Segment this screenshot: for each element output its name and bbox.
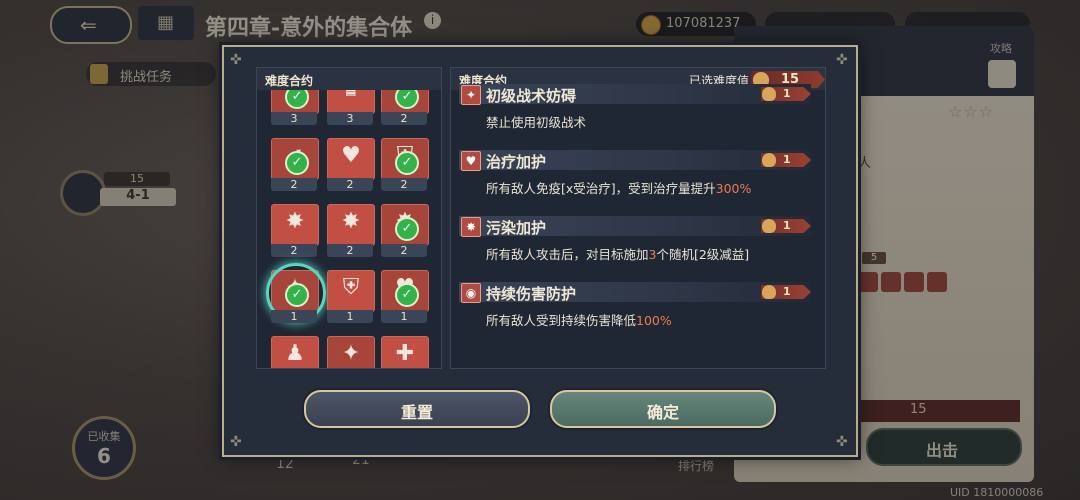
corner-ornament-icon: ✜ [836,52,848,68]
contract-value: 1 [783,219,791,232]
contract-cost: 2 [271,244,317,257]
contract-tile-icon: ✚ [381,336,429,368]
contract-symbol-icon: ✸ [285,209,305,234]
contract-icon: ♥ [461,151,481,171]
reset-button[interactable]: 重置 [304,390,530,428]
panel-header: 难度合约 [257,68,441,90]
contract-icon: ✦ [461,85,481,105]
contract-tile-icon: ⛨✓ [381,138,429,180]
contract-tile-icon: ✦ [327,336,375,368]
confirm-label: 确定 [646,403,679,422]
contract-description: 所有敌人受到持续伤害降低100% [486,310,672,329]
contract-tile-icon: ✸ [327,204,375,246]
contract-description: 所有敌人免疫[x受治疗]，受到治疗量提升300% [486,178,751,197]
contract-tile-icon: ✸ [271,204,319,246]
contract-list-item: ✸ 污染加护 1 所有敌人攻击后，对目标施加3个随机[2级减益] [459,216,811,278]
contract-icon: ✸ [461,217,481,237]
check-icon: ✓ [395,283,419,307]
contract-symbol-icon: ✚ [395,341,415,366]
contract-symbol-icon: ✦ [341,341,361,366]
description-text: 禁止使用初级战术 [486,115,587,130]
contract-cost: 3 [327,112,373,125]
contract-symbol-icon: ⛨ [342,275,360,300]
contract-tile-icon: ♟ [271,336,319,368]
contract-cost: 3 [271,112,317,125]
contract-name: 持续伤害防护 [486,285,577,303]
description-highlight: 100% [636,313,672,328]
contract-grid-panel: ✦✓3♛3✦✓2➶✓2♥2⛨✓2✸2✸2✸✓2✦✓1⛨1♥✓1♟✦✚ 难度合约 [256,67,442,369]
contract-tile-icon: ♥✓ [381,270,429,312]
contract-value-badge: 1 [761,87,811,101]
contract-value: 1 [783,153,791,166]
contract-cost: 1 [327,310,373,323]
contract-name: 治疗加护 [486,153,547,171]
contract-tile-icon: ➶✓ [271,138,319,180]
contract-name: 初级战术妨碍 [486,87,577,105]
contract-tile-icon: ✦✓ [266,263,326,323]
contract-symbol-icon: ♟ [285,341,305,366]
left-panel-title: 难度合约 [265,74,314,88]
contract-description: 所有敌人攻击后，对目标施加3个随机[2级减益] [486,244,749,263]
contract-grid: ✦✓3♛3✦✓2➶✓2♥2⛨✓2✸2✸2✸✓2✦✓1⛨1♥✓1♟✦✚ [266,72,431,368]
description-text: 所有敌人攻击后，对目标施加 [486,247,649,262]
contract-name-bar: ✦ 初级战术妨碍 1 [459,84,811,105]
contract-cost: 2 [381,178,427,191]
description-text: 所有敌人受到持续伤害降低 [486,313,637,328]
contract-cost: 2 [381,244,427,257]
demon-icon [762,219,776,233]
description-text: 所有敌人免疫[x受治疗]，受到治疗量提升 [486,181,716,196]
description-highlight: 300% [715,181,752,196]
contract-tile-icon: ♥ [327,138,375,180]
contract-cost: 1 [271,310,317,323]
contract-cost: 2 [381,112,427,125]
confirm-button[interactable]: 确定 [550,390,776,428]
contract-symbol-icon: ♥ [341,143,361,168]
demon-icon [762,153,776,167]
demon-icon [762,87,776,101]
contract-tile-icon: ✸✓ [381,204,429,246]
contract-name-bar: ◉ 持续伤害防护 1 [459,282,811,303]
corner-ornament-icon: ✜ [230,434,242,450]
contract-list-panel: 难度合约 已选难度值 15 ✦ 初级战术妨碍 1 禁止使用初级战术 ♥ 治疗加护 1 所有敌人… [450,67,826,369]
contract-name-bar: ✸ 污染加护 1 [459,216,811,237]
contract-value: 1 [783,285,791,298]
contract-cost: 2 [327,244,373,257]
contract-cost: 1 [381,310,427,323]
contract-symbol-icon: ✸ [341,209,361,234]
reset-label: 重置 [400,403,433,422]
difficulty-contract-dialog: ✜ ✜ ✜ ✜ ✦✓3♛3✦✓2➶✓2♥2⛨✓2✸2✸2✸✓2✦✓1⛨1♥✓1♟… [222,45,858,457]
demon-icon [762,285,776,299]
contract-value-badge: 1 [761,153,811,167]
check-icon: ✓ [395,151,419,175]
contract-tile-icon: ⛨ [327,270,375,312]
contract-description: 禁止使用初级战术 [486,112,586,131]
contract-name-bar: ♥ 治疗加护 1 [459,150,811,171]
corner-ornament-icon: ✜ [230,52,242,68]
check-icon: ✓ [285,151,309,175]
contract-list-item: ◉ 持续伤害防护 1 所有敌人受到持续伤害降低100% [459,282,811,344]
contract-value: 1 [783,87,791,100]
description-text: 个随机[2级减益] [656,247,750,262]
contract-name: 污染加护 [486,219,547,237]
contract-value-badge: 1 [761,219,811,233]
contract-list-item: ♥ 治疗加护 1 所有敌人免疫[x受治疗]，受到治疗量提升300% [459,150,811,212]
corner-ornament-icon: ✜ [836,434,848,450]
contract-cost: 2 [327,178,373,191]
contract-icon: ◉ [461,283,481,303]
contract-value-badge: 1 [761,285,811,299]
contract-cost: 2 [271,178,317,191]
check-icon: ✓ [395,217,419,241]
contract-list-item: ✦ 初级战术妨碍 1 禁止使用初级战术 [459,84,811,146]
